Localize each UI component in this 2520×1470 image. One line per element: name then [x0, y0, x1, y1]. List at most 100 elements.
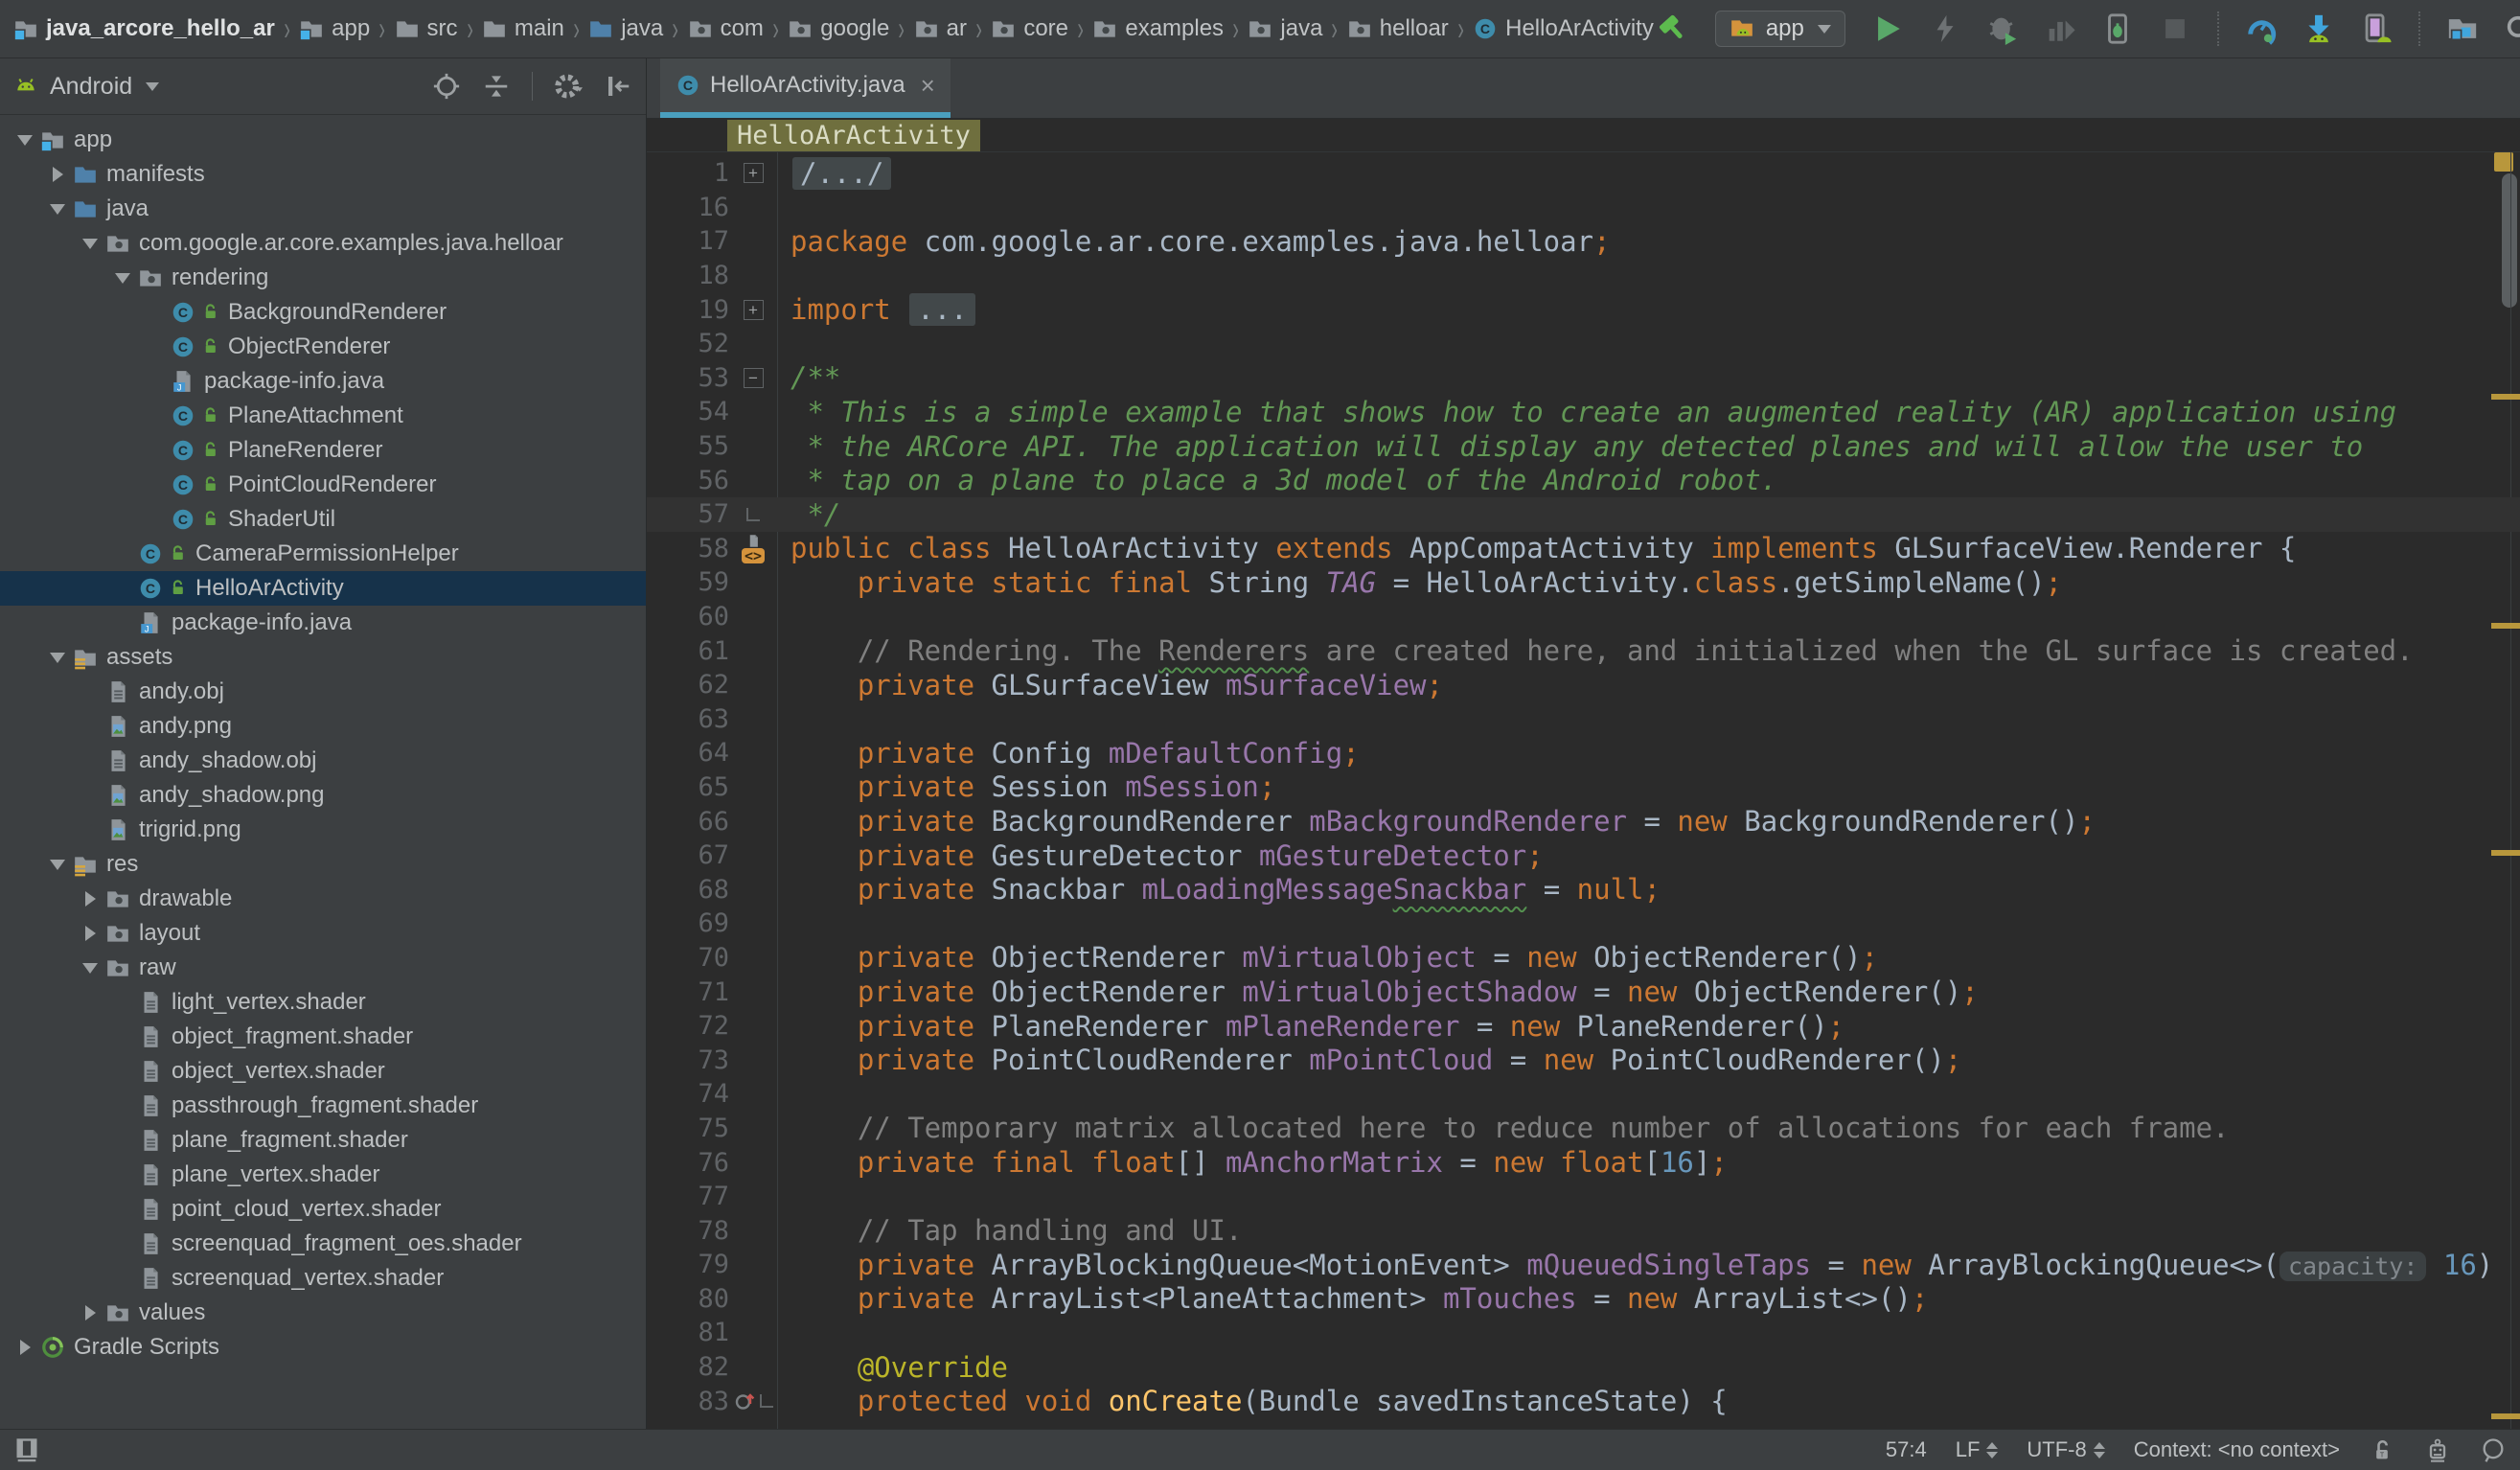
attach-debugger-icon[interactable]	[2098, 10, 2137, 48]
tree-item[interactable]: andy.obj	[0, 675, 646, 709]
tree-item[interactable]: java	[0, 192, 646, 226]
line-number[interactable]: 54	[647, 397, 729, 426]
line-number[interactable]: 76	[647, 1148, 729, 1178]
fold-expand-icon[interactable]: +	[744, 300, 764, 320]
line-number[interactable]: 72	[647, 1011, 729, 1041]
line-number[interactable]: 70	[647, 943, 729, 973]
expand-arrow[interactable]	[46, 204, 69, 215]
build-hammer-icon[interactable]	[1654, 10, 1692, 48]
line-number[interactable]: 52	[647, 329, 729, 358]
line-number[interactable]: 65	[647, 772, 729, 802]
line-number[interactable]: 55	[647, 431, 729, 461]
folded-region-chip[interactable]: ...	[909, 293, 974, 326]
line-number[interactable]: 77	[647, 1182, 729, 1211]
tree-item[interactable]: values	[0, 1296, 646, 1330]
expand-arrow[interactable]	[111, 273, 134, 284]
avd-manager-icon[interactable]	[2357, 10, 2395, 48]
folded-region-chip[interactable]: /.../	[792, 157, 891, 190]
encoding-select[interactable]: UTF-8	[2027, 1437, 2104, 1462]
tree-item[interactable]: CPointCloudRenderer	[0, 468, 646, 502]
gradle-sync-icon[interactable]	[2443, 10, 2482, 48]
breadcrumb-item[interactable]: helloar	[1347, 15, 1449, 42]
line-number[interactable]: 74	[647, 1079, 729, 1109]
tree-item[interactable]: CPlaneAttachment	[0, 399, 646, 433]
line-number[interactable]: 79	[647, 1250, 729, 1279]
line-number[interactable]: 57	[647, 499, 729, 529]
expand-arrow[interactable]	[79, 891, 102, 907]
tree-item[interactable]: CCameraPermissionHelper	[0, 537, 646, 571]
expand-arrow[interactable]	[79, 963, 102, 974]
close-icon[interactable]: ×	[921, 71, 935, 101]
tree-item[interactable]: CPlaneRenderer	[0, 433, 646, 468]
tree-item[interactable]: object_vertex.shader	[0, 1054, 646, 1089]
debug-icon[interactable]	[1983, 10, 2022, 48]
breadcrumb-item[interactable]: google	[788, 15, 889, 42]
event-log-bubble-icon[interactable]	[2480, 1436, 2507, 1463]
line-number[interactable]: 18	[647, 261, 729, 290]
tree-item[interactable]: andy_shadow.obj	[0, 744, 646, 778]
line-number[interactable]: 67	[647, 840, 729, 870]
line-number[interactable]: 19	[647, 295, 729, 325]
expand-arrow[interactable]	[13, 1340, 36, 1355]
breadcrumb-item[interactable]: java	[588, 15, 663, 42]
lock-icon[interactable]: T	[2369, 1436, 2395, 1463]
line-number[interactable]: 17	[647, 226, 729, 256]
line-number[interactable]: 56	[647, 466, 729, 495]
tree-item[interactable]: manifests	[0, 157, 646, 192]
code-editor[interactable]: 1+/.../1617package com.google.ar.core.ex…	[647, 152, 2520, 1430]
apply-changes-icon[interactable]	[1926, 10, 1964, 48]
robot-icon[interactable]	[2424, 1436, 2451, 1463]
line-number[interactable]: 1	[647, 158, 729, 188]
line-number[interactable]: 63	[647, 704, 729, 734]
run-icon[interactable]	[1868, 10, 1907, 48]
line-number[interactable]: 64	[647, 738, 729, 768]
tree-item[interactable]: assets	[0, 640, 646, 675]
line-number[interactable]: 68	[647, 875, 729, 905]
line-number[interactable]: 53	[647, 363, 729, 393]
line-number[interactable]: 61	[647, 636, 729, 666]
tab-helloaractivity[interactable]: C HelloArActivity.java ×	[660, 58, 951, 118]
line-number[interactable]: 66	[647, 807, 729, 837]
line-number[interactable]: 59	[647, 567, 729, 597]
line-number[interactable]: 81	[647, 1318, 729, 1347]
breadcrumb-item[interactable]: ar	[914, 15, 967, 42]
tree-item[interactable]: screenquad_vertex.shader	[0, 1261, 646, 1296]
tree-item[interactable]: passthrough_fragment.shader	[0, 1089, 646, 1123]
locate-file-icon[interactable]	[432, 72, 461, 101]
line-number[interactable]: 62	[647, 670, 729, 700]
line-number[interactable]: 83	[647, 1387, 729, 1416]
tree-item[interactable]: trigrid.png	[0, 813, 646, 847]
tree-item[interactable]: Jpackage-info.java	[0, 364, 646, 399]
profile-icon[interactable]	[2041, 10, 2079, 48]
tree-item[interactable]: CBackgroundRenderer	[0, 295, 646, 330]
expand-arrow[interactable]	[13, 135, 36, 146]
current-element-chip[interactable]: HelloArActivity	[727, 120, 980, 151]
overrides-method-icon[interactable]	[734, 1390, 757, 1413]
stop-icon[interactable]	[2156, 10, 2194, 48]
breadcrumb-item[interactable]: java	[1248, 15, 1322, 42]
sdk-manager-icon[interactable]	[2300, 10, 2338, 48]
gear-icon[interactable]	[554, 72, 583, 101]
expand-arrow[interactable]	[46, 860, 69, 870]
tree-item[interactable]: plane_vertex.shader	[0, 1158, 646, 1192]
line-number[interactable]: 58	[647, 534, 729, 563]
line-number[interactable]: 80	[647, 1284, 729, 1314]
line-number[interactable]: 71	[647, 977, 729, 1007]
line-number[interactable]: 75	[647, 1114, 729, 1143]
breadcrumb-item[interactable]: com	[688, 15, 764, 42]
tree-item[interactable]: drawable	[0, 882, 646, 916]
line-number[interactable]: 60	[647, 602, 729, 632]
line-number[interactable]: 82	[647, 1352, 729, 1382]
breadcrumb-item[interactable]: main	[482, 15, 564, 42]
line-number[interactable]: 16	[647, 193, 729, 222]
tree-item[interactable]: app	[0, 123, 646, 157]
expand-arrow[interactable]	[46, 653, 69, 663]
expand-arrow[interactable]	[79, 1305, 102, 1321]
line-separator-select[interactable]: LF	[1956, 1437, 1999, 1462]
tree-item[interactable]: com.google.ar.core.examples.java.helloar	[0, 226, 646, 261]
android-profiler-icon[interactable]	[2242, 10, 2280, 48]
tree-item[interactable]: layout	[0, 916, 646, 951]
go-to-related-xml-icon[interactable]: <>	[742, 548, 765, 563]
expand-arrow[interactable]	[46, 167, 69, 182]
tree-item[interactable]: rendering	[0, 261, 646, 295]
